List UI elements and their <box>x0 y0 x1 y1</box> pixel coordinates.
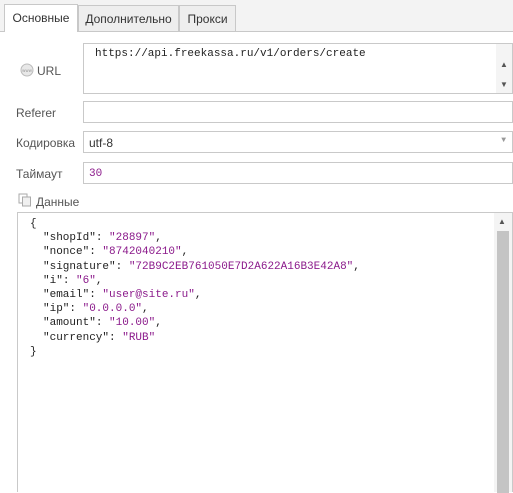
data-field-key: "currency" <box>43 331 110 344</box>
data-scrollbar[interactable]: ▲ <box>494 213 512 493</box>
data-field-line: "i": "6", <box>43 274 103 287</box>
referer-input[interactable] <box>83 101 513 123</box>
data-field-value: "28897" <box>109 232 156 245</box>
data-field-value: "0.0.0.0" <box>82 303 143 316</box>
data-field-key: "amount" <box>43 317 96 330</box>
data-field-value: "user@site.ru" <box>102 289 195 302</box>
url-scrollbar[interactable]: ▲ ▼ <box>496 44 512 93</box>
data-label: Данные <box>36 195 80 209</box>
svg-text:www: www <box>22 68 33 73</box>
chevron-down-icon[interactable]: ▼ <box>501 136 506 145</box>
encoding-value: utf-8 <box>89 136 114 150</box>
tab-advanced-label: Дополнительно <box>85 12 172 26</box>
scroll-up-icon[interactable]: ▲ <box>496 58 512 72</box>
data-field-key: "i" <box>43 274 63 287</box>
url-label: URL <box>37 64 62 78</box>
data-field-line: "shopId": "28897", <box>43 232 162 245</box>
timeout-value: 30 <box>89 168 103 180</box>
timeout-input[interactable]: 30 <box>83 162 513 184</box>
data-field-line: "signature": "72B9C2EB761050E7D2A622A16B… <box>43 260 360 273</box>
data-field-line: "currency": "RUB" <box>43 331 156 344</box>
data-code: { "shopId": "28897", "nonce": "8742040210… <box>30 217 360 359</box>
timeout-label: Таймаут <box>16 167 63 181</box>
url-input[interactable]: https://api.freekassa.ru/v1/orders/creat… <box>83 43 513 94</box>
data-field-value: "8742040210" <box>102 246 182 259</box>
data-field-key: "ip" <box>43 303 70 316</box>
data-field-value: "6" <box>76 274 96 287</box>
tab-proxy[interactable]: Прокси <box>179 5 236 31</box>
encoding-label: Кодировка <box>16 136 76 150</box>
data-field-key: "signature" <box>43 260 116 273</box>
tab-main-label: Основные <box>12 11 70 25</box>
open-brace: { <box>30 218 37 230</box>
tab-advanced[interactable]: Дополнительно <box>78 5 179 31</box>
tab-main[interactable]: Основные <box>4 4 78 32</box>
data-field-key: "shopId" <box>43 232 96 245</box>
data-editor[interactable]: { "shopId": "28897", "nonce": "8742040210… <box>17 212 513 493</box>
data-field-line: "email": "user@site.ru", <box>43 289 202 302</box>
data-field-line: "nonce": "8742040210", <box>43 246 189 259</box>
data-field-key: "nonce" <box>43 246 90 259</box>
data-field-line: "ip": "0.0.0.0", <box>43 303 149 316</box>
scroll-thumb[interactable] <box>497 231 509 493</box>
close-brace: } <box>30 345 37 358</box>
scroll-up-icon[interactable]: ▲ <box>494 215 510 229</box>
data-field-line: "amount": "10.00", <box>43 317 162 330</box>
tab-proxy-label: Прокси <box>187 12 228 26</box>
url-value: https://api.freekassa.ru/v1/orders/creat… <box>95 48 366 60</box>
data-field-value: "72B9C2EB761050E7D2A622A16B3E42A8" <box>128 260 354 273</box>
scroll-down-icon[interactable]: ▼ <box>496 78 512 92</box>
encoding-select[interactable]: utf-8 ▼ <box>83 131 513 153</box>
copy-pages-icon <box>18 193 32 207</box>
globe-www-icon: www <box>20 63 34 77</box>
data-field-value: "RUB" <box>122 331 156 344</box>
data-field-value: "10.00" <box>109 317 156 330</box>
data-field-key: "email" <box>43 289 90 302</box>
referer-label: Referer <box>16 106 57 120</box>
